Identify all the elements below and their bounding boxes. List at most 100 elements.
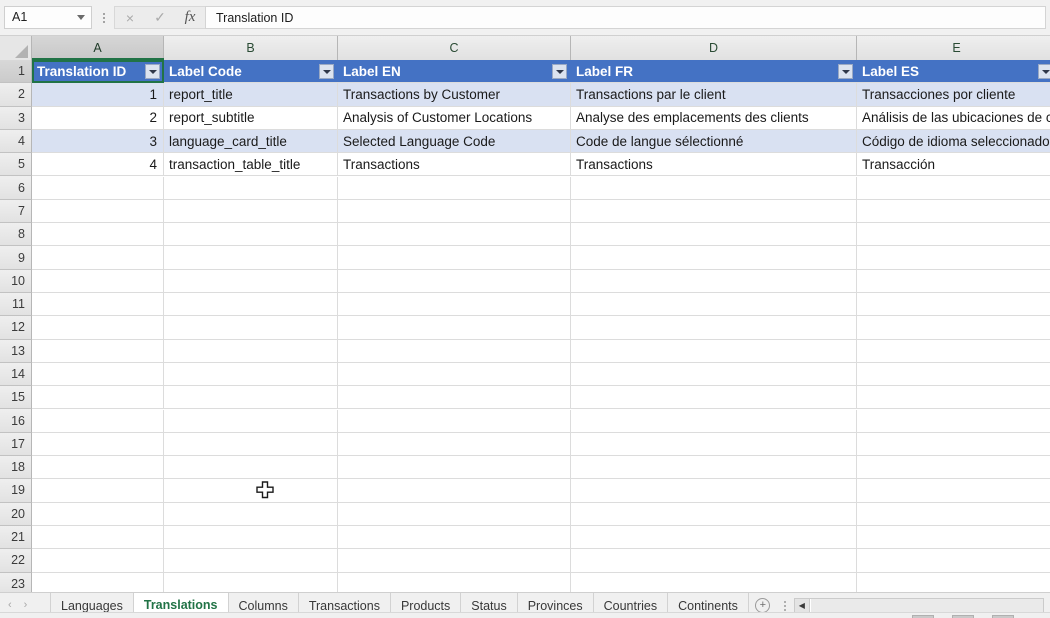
scrollbar-track[interactable] — [809, 599, 1043, 612]
cell-label_code[interactable]: report_subtitle — [164, 106, 338, 129]
empty-cell[interactable] — [164, 549, 338, 572]
cell-label_code[interactable]: language_card_title — [164, 129, 338, 153]
empty-cell[interactable] — [338, 246, 571, 269]
empty-cell[interactable] — [164, 409, 338, 432]
empty-cell[interactable] — [164, 502, 338, 525]
empty-cell[interactable] — [571, 362, 857, 386]
empty-cell[interactable] — [857, 340, 1050, 362]
empty-cell[interactable] — [571, 409, 857, 432]
empty-cell[interactable] — [338, 572, 571, 592]
empty-cell[interactable] — [857, 503, 1050, 525]
empty-cell[interactable] — [338, 456, 571, 479]
empty-cell[interactable] — [857, 293, 1050, 315]
empty-cell[interactable] — [164, 176, 338, 199]
cell-label_es[interactable]: Código de idioma seleccionado — [857, 130, 1050, 152]
empty-cell[interactable] — [571, 572, 857, 592]
table-row[interactable]: 1 report_title Transactions by Customer Tra… — [32, 83, 1050, 107]
empty-cell[interactable] — [857, 386, 1050, 408]
empty-cell[interactable] — [338, 549, 571, 572]
cell-label_code[interactable]: transaction_table_title — [164, 153, 338, 176]
empty-cell[interactable] — [164, 269, 338, 292]
cell-label_es[interactable]: Análisis de las ubicaciones de clientes — [857, 107, 1050, 129]
empty-cell[interactable] — [571, 199, 857, 223]
column-header-c[interactable]: C — [338, 36, 571, 60]
table-row[interactable]: 4 transaction_table_title Transactions Tran… — [32, 153, 1050, 177]
row-header-22[interactable]: 22 — [0, 549, 32, 573]
table-header-cell[interactable]: Label ES — [857, 60, 1050, 82]
row-header-7[interactable]: 7 — [0, 199, 32, 224]
empty-cell[interactable] — [32, 572, 164, 592]
empty-row[interactable] — [32, 386, 1050, 410]
empty-cell[interactable] — [857, 433, 1050, 455]
row-header-4[interactable]: 4 — [0, 129, 32, 154]
empty-row[interactable] — [32, 456, 1050, 480]
formula-input[interactable]: Translation ID — [205, 6, 1046, 29]
empty-row[interactable] — [32, 362, 1050, 387]
empty-cell[interactable] — [571, 269, 857, 292]
empty-row[interactable] — [32, 549, 1050, 573]
empty-cell[interactable] — [32, 549, 164, 572]
empty-cell[interactable] — [571, 316, 857, 339]
cell-label_fr[interactable]: Code de langue sélectionné — [571, 129, 857, 153]
insert-function-icon[interactable]: fx — [175, 7, 205, 28]
empty-cell[interactable] — [164, 386, 338, 409]
chevron-down-icon[interactable] — [77, 15, 85, 20]
empty-cell[interactable] — [571, 386, 857, 409]
cell-id[interactable]: 3 — [32, 129, 164, 153]
empty-cell[interactable] — [857, 526, 1050, 548]
scroll-left-icon[interactable]: ◀ — [794, 599, 810, 612]
empty-cell[interactable] — [857, 177, 1050, 199]
empty-cell[interactable] — [338, 269, 571, 292]
empty-cell[interactable] — [571, 223, 857, 246]
row-header-16[interactable]: 16 — [0, 409, 32, 433]
row-header-14[interactable]: 14 — [0, 362, 32, 387]
table-row[interactable]: 3 language_card_title Selected Language Co… — [32, 129, 1050, 154]
empty-cell[interactable] — [32, 456, 164, 479]
empty-cell[interactable] — [857, 223, 1050, 245]
row-header-6[interactable]: 6 — [0, 176, 32, 200]
row-header-12[interactable]: 12 — [0, 316, 32, 340]
empty-row[interactable] — [32, 246, 1050, 270]
cell-id[interactable]: 2 — [32, 106, 164, 129]
empty-cell[interactable] — [164, 223, 338, 246]
empty-row[interactable] — [32, 502, 1050, 526]
empty-cell[interactable] — [857, 270, 1050, 292]
filter-dropdown-icon[interactable] — [145, 64, 160, 79]
empty-cell[interactable] — [32, 409, 164, 432]
row-header-11[interactable]: 11 — [0, 292, 32, 317]
empty-cell[interactable] — [857, 479, 1050, 501]
empty-cell[interactable] — [857, 573, 1050, 592]
empty-cell[interactable] — [338, 432, 571, 456]
empty-cell[interactable] — [338, 316, 571, 339]
row-header-21[interactable]: 21 — [0, 525, 32, 550]
empty-row[interactable] — [32, 339, 1050, 363]
next-sheet-icon[interactable]: › — [24, 600, 28, 611]
empty-row[interactable] — [32, 409, 1050, 433]
empty-cell[interactable] — [32, 199, 164, 223]
table-header-cell[interactable]: Label FR — [571, 60, 857, 83]
row-header-8[interactable]: 8 — [0, 223, 32, 247]
table-header-cell[interactable]: Label Code — [164, 60, 338, 83]
empty-cell[interactable] — [857, 549, 1050, 571]
confirm-icon[interactable]: ✓ — [145, 7, 175, 28]
empty-cell[interactable] — [32, 502, 164, 525]
empty-cell[interactable] — [164, 362, 338, 386]
column-header-d[interactable]: D — [571, 36, 857, 60]
empty-cell[interactable] — [32, 246, 164, 269]
empty-row[interactable] — [32, 176, 1050, 200]
empty-cell[interactable] — [164, 479, 338, 502]
empty-cell[interactable] — [32, 479, 164, 502]
empty-cell[interactable] — [164, 432, 338, 456]
cell-label_en[interactable]: Selected Language Code — [338, 129, 571, 153]
empty-cell[interactable] — [857, 200, 1050, 222]
empty-cell[interactable] — [571, 502, 857, 525]
cell-label_en[interactable]: Transactions by Customer — [338, 83, 571, 106]
row-header-9[interactable]: 9 — [0, 246, 32, 270]
empty-cell[interactable] — [164, 246, 338, 269]
row-header-17[interactable]: 17 — [0, 432, 32, 457]
row-header-5[interactable]: 5 — [0, 153, 32, 177]
empty-cell[interactable] — [857, 456, 1050, 478]
empty-row[interactable] — [32, 526, 1050, 550]
empty-cell[interactable] — [164, 339, 338, 362]
row-header-1[interactable]: 1 — [0, 60, 32, 84]
